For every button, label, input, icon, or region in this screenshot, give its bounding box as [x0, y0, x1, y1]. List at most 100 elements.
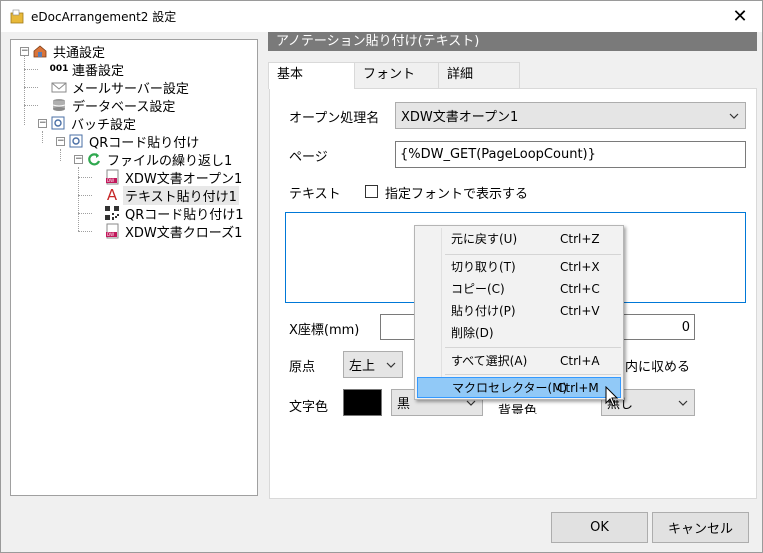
tree-item-label: テキスト貼り付け1 — [123, 185, 239, 205]
tree-line — [78, 177, 92, 178]
text-color-swatch[interactable] — [343, 389, 382, 416]
x-coord-value: 0 — [681, 319, 690, 335]
mouse-pointer-icon — [605, 386, 619, 407]
tree-line — [24, 69, 38, 70]
tab-basic[interactable]: 基本 — [268, 62, 355, 89]
tree-line — [42, 131, 43, 143]
tree-item-text-paste[interactable]: A テキスト貼り付け1 — [104, 185, 239, 205]
svg-text:DW: DW — [107, 232, 114, 237]
tree-line — [24, 87, 38, 88]
counter-icon: 001 — [49, 64, 69, 74]
tab-font[interactable]: フォント — [354, 62, 439, 88]
tree-item-xdw-close[interactable]: DW XDW文書クローズ1 — [104, 222, 244, 241]
settings-window: eDocArrangement2 設定 ✕ − − − − 共通設定 001 連… — [0, 0, 763, 553]
mail-icon — [51, 79, 67, 95]
chevron-down-icon — [678, 400, 688, 406]
page-input[interactable]: {%DW_GET(PageLoopCount)} — [395, 141, 746, 168]
tree-expander[interactable]: − — [20, 47, 29, 56]
menu-item-undo[interactable]: 元に戻す(U) Ctrl+Z — [417, 228, 621, 249]
xdw-icon: DW — [104, 169, 120, 185]
text-label: テキスト — [289, 187, 341, 202]
origin-value: 左上 — [349, 359, 376, 374]
tree-item-label: XDW文書オープン1 — [125, 171, 243, 187]
menu-item-shortcut: Ctrl+X — [560, 259, 600, 274]
tree-item-label: QRコード貼り付け1 — [125, 207, 244, 223]
tree-item-qr-paste[interactable]: QRコード貼り付け — [68, 132, 201, 151]
tree-item-batch-settings[interactable]: バッチ設定 — [50, 114, 138, 133]
tree-item-label: 連番設定 — [72, 63, 125, 79]
open-process-label: オープン処理名 — [289, 111, 380, 126]
page-input-value: {%DW_GET(PageLoopCount)} — [400, 147, 596, 162]
text-a-icon: A — [106, 186, 118, 204]
origin-label: 原点 — [289, 360, 316, 375]
tree-line — [24, 55, 25, 125]
tree-item-label: QRコード貼り付け — [89, 135, 200, 151]
tree-item-label: 共通設定 — [53, 45, 106, 61]
tree-expander[interactable]: − — [38, 119, 47, 128]
tree-item-label: XDW文書クローズ1 — [125, 225, 243, 241]
open-process-select[interactable]: XDW文書オープン1 — [395, 102, 746, 129]
menu-item-macro-selector[interactable]: マクロセレクター(M) Ctrl+M — [417, 377, 621, 398]
ok-button[interactable]: OK — [551, 512, 648, 543]
tree-item-label: ファイルの繰り返し1 — [107, 153, 233, 169]
settings-tree[interactable]: − − − − 共通設定 001 連番設定 メールサーバー設定 データベース設定 — [10, 39, 258, 496]
tree-item-qr-paste-1[interactable]: QRコード貼り付け1 — [104, 204, 246, 223]
tree-line — [78, 213, 92, 214]
x-coord-label: X座標(mm) — [289, 323, 360, 338]
menu-item-label: すべて選択(A) — [451, 354, 528, 368]
page-label: ページ — [289, 150, 328, 165]
bg-color-label: 背景色 — [498, 404, 538, 414]
menu-item-label: 貼り付け(P) — [451, 304, 516, 318]
title-bar: eDocArrangement2 設定 ✕ — [1, 1, 762, 32]
tree-expander[interactable]: − — [74, 155, 83, 164]
tree-line — [78, 231, 92, 232]
tree-line — [78, 195, 92, 196]
tree-item-file-loop[interactable]: ファイルの繰り返し1 — [86, 150, 234, 169]
menu-item-copy[interactable]: コピー(C) Ctrl+C — [417, 278, 621, 299]
xdw-icon: DW — [104, 223, 120, 239]
svg-text:DW: DW — [107, 178, 114, 183]
tree-item-xdw-open[interactable]: DW XDW文書オープン1 — [104, 168, 244, 187]
tab-details[interactable]: 詳細 — [438, 62, 520, 88]
tree-item-serial-number[interactable]: 001 連番設定 — [49, 60, 126, 79]
menu-item-delete[interactable]: 削除(D) — [417, 322, 621, 343]
house-icon — [32, 43, 48, 59]
window-title: eDocArrangement2 設定 — [31, 10, 177, 24]
menu-item-label: 切り取り(T) — [451, 260, 516, 274]
menu-item-label: コピー(C) — [451, 282, 505, 296]
close-button[interactable]: ✕ — [718, 1, 762, 32]
tree-item-mail-server[interactable]: メールサーバー設定 — [51, 78, 191, 97]
batch-icon — [50, 115, 66, 131]
menu-item-select-all[interactable]: すべて選択(A) Ctrl+A — [417, 350, 621, 371]
qr-code-icon — [104, 205, 120, 221]
tree-line — [60, 149, 61, 161]
tree-item-label: メールサーバー設定 — [72, 81, 189, 97]
menu-item-shortcut: Ctrl+V — [560, 303, 600, 318]
tree-expander[interactable]: − — [56, 137, 65, 146]
specified-font-checkbox[interactable] — [365, 185, 378, 198]
qr-batch-icon — [68, 133, 84, 149]
origin-select[interactable]: 左上 — [343, 351, 403, 378]
tree-item-common-settings[interactable]: 共通設定 — [32, 42, 107, 61]
menu-item-cut[interactable]: 切り取り(T) Ctrl+X — [417, 256, 621, 277]
loop-icon — [86, 151, 102, 167]
app-folder-icon — [10, 9, 24, 24]
menu-item-label: 元に戻す(U) — [451, 232, 518, 246]
cancel-button[interactable]: キャンセル — [652, 512, 749, 543]
tree-item-label: バッチ設定 — [71, 117, 137, 133]
tree-item-database[interactable]: データベース設定 — [51, 96, 177, 115]
tree-item-label: データベース設定 — [72, 99, 176, 115]
chevron-down-icon — [729, 113, 739, 119]
open-process-value: XDW文書オープン1 — [401, 110, 519, 125]
menu-separator — [445, 254, 621, 255]
context-menu: 元に戻す(U) Ctrl+Z 切り取り(T) Ctrl+X コピー(C) Ctr… — [414, 225, 624, 400]
menu-item-shortcut: Ctrl+M — [557, 380, 599, 395]
specified-font-checkbox-label[interactable]: 指定フォントで表示する — [385, 183, 528, 202]
text-color-label: 文字色 — [289, 400, 329, 415]
menu-item-label: 削除(D) — [451, 326, 494, 340]
menu-item-paste[interactable]: 貼り付け(P) Ctrl+V — [417, 300, 621, 321]
panel-header: アノテーション貼り付け(テキスト) — [268, 32, 757, 51]
menu-item-shortcut: Ctrl+A — [560, 353, 600, 368]
close-icon: ✕ — [732, 6, 748, 27]
text-color-value: 黒 — [397, 397, 411, 412]
